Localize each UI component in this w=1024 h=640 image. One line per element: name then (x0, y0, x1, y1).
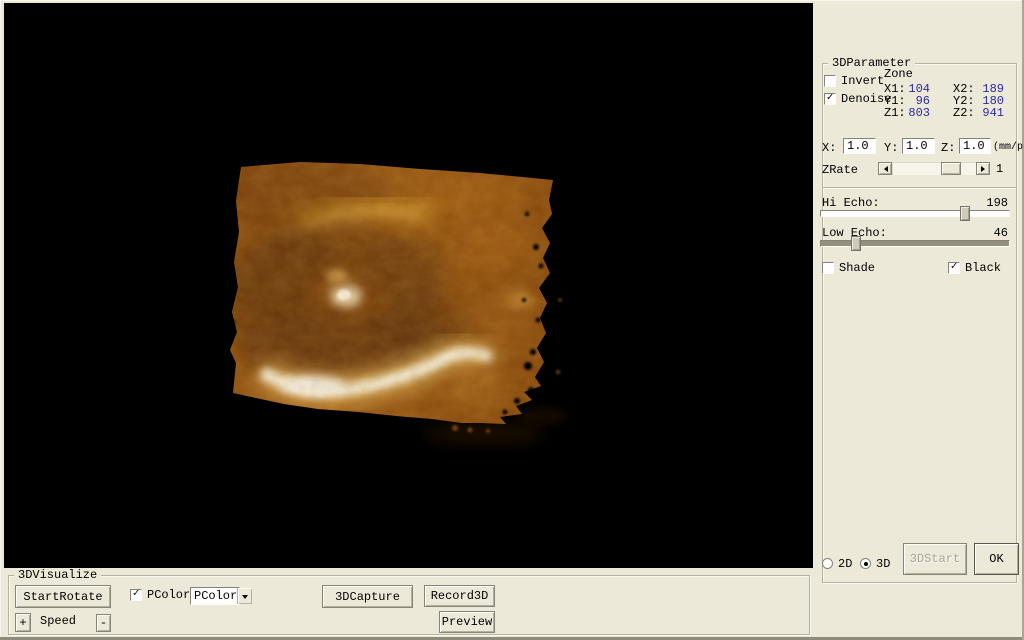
shade-checkbox[interactable]: Shade (822, 262, 875, 275)
render-viewport[interactable] (4, 3, 813, 568)
scale-x-label: X: (822, 142, 836, 155)
low-echo-slider[interactable] (820, 240, 1010, 247)
zrate-value: 1 (996, 163, 1003, 176)
visualize-group-title: 3DVisualize (14, 568, 101, 583)
speed-minus-button[interactable]: - (96, 614, 111, 632)
mode-2d-radio-circle[interactable] (822, 558, 833, 569)
shade-checkbox-box[interactable] (822, 262, 834, 274)
scroll-left-icon (881, 166, 888, 172)
black-checkbox[interactable]: Black (948, 262, 1001, 275)
zrate-label: ZRate (822, 164, 858, 177)
denoise-checkbox-box[interactable] (824, 93, 836, 105)
zrate-scrollbar-thumb[interactable] (941, 162, 961, 175)
zone-z2-value: 941 (972, 107, 1004, 120)
shade-label: Shade (839, 262, 875, 275)
dropdown-arrow-icon (242, 595, 248, 602)
invert-checkbox[interactable]: Invert (824, 75, 884, 88)
zrate-scrollbar-track[interactable] (892, 162, 976, 175)
mode-2d-label: 2D (838, 558, 852, 571)
speed-plus-button[interactable]: + (15, 613, 31, 632)
zone-z1-value: 803 (898, 107, 930, 120)
app-window: 3DParameter Invert Denoise Zone X1: 104 … (0, 0, 1024, 640)
low-echo-slider-thumb[interactable] (851, 236, 861, 251)
start-rotate-button[interactable]: StartRotate (15, 585, 111, 608)
pcolor-dropdown[interactable]: PColor (190, 587, 240, 605)
scale-y-label: Y: (884, 142, 898, 155)
scale-x-input[interactable] (843, 138, 876, 154)
pcolor-dropdown-value: PColor (191, 589, 237, 603)
3dstart-button[interactable]: 3DStart (903, 543, 967, 575)
zrate-scroll-left-button[interactable] (878, 162, 892, 175)
scroll-right-icon (981, 166, 988, 172)
zrate-scrollbar[interactable] (878, 162, 990, 175)
zrate-scroll-right-button[interactable] (976, 162, 990, 175)
scale-z-label: Z: (941, 142, 955, 155)
ok-button[interactable]: OK (974, 543, 1019, 575)
black-checkbox-box[interactable] (948, 262, 960, 274)
hi-echo-label: Hi Echo: (822, 197, 880, 210)
scale-z-input[interactable] (959, 138, 991, 154)
mode-3d-radio-circle[interactable] (860, 558, 871, 569)
ultrasound-3d-render (4, 3, 813, 568)
pcolor-checkbox-box[interactable] (130, 589, 142, 601)
invert-label: Invert (841, 75, 884, 88)
pcolor-checkbox[interactable]: PColor (130, 589, 190, 602)
pcolor-label: PColor (147, 589, 190, 602)
low-echo-value: 46 (978, 227, 1008, 240)
black-label: Black (965, 262, 1001, 275)
parameter-separator (823, 187, 1016, 189)
denoise-checkbox[interactable]: Denoise (824, 93, 891, 106)
mode-2d-radio[interactable]: 2D (822, 558, 852, 571)
mode-3d-label: 3D (876, 558, 890, 571)
hi-echo-slider[interactable] (820, 210, 1010, 217)
scale-y-input[interactable] (902, 138, 935, 154)
preview-button[interactable]: Preview (439, 611, 495, 633)
zone-label: Zone (884, 68, 913, 81)
mode-3d-radio[interactable]: 3D (860, 558, 890, 571)
record3d-button[interactable]: Record3D (424, 585, 495, 607)
scale-unit-label: (mm/p) (993, 141, 1024, 154)
hi-echo-slider-thumb[interactable] (960, 206, 970, 221)
speed-label: Speed (40, 615, 76, 628)
3dcapture-button[interactable]: 3DCapture (322, 585, 413, 608)
hi-echo-value: 198 (978, 197, 1008, 210)
invert-checkbox-box[interactable] (824, 75, 836, 87)
pcolor-dropdown-button[interactable] (237, 588, 252, 604)
